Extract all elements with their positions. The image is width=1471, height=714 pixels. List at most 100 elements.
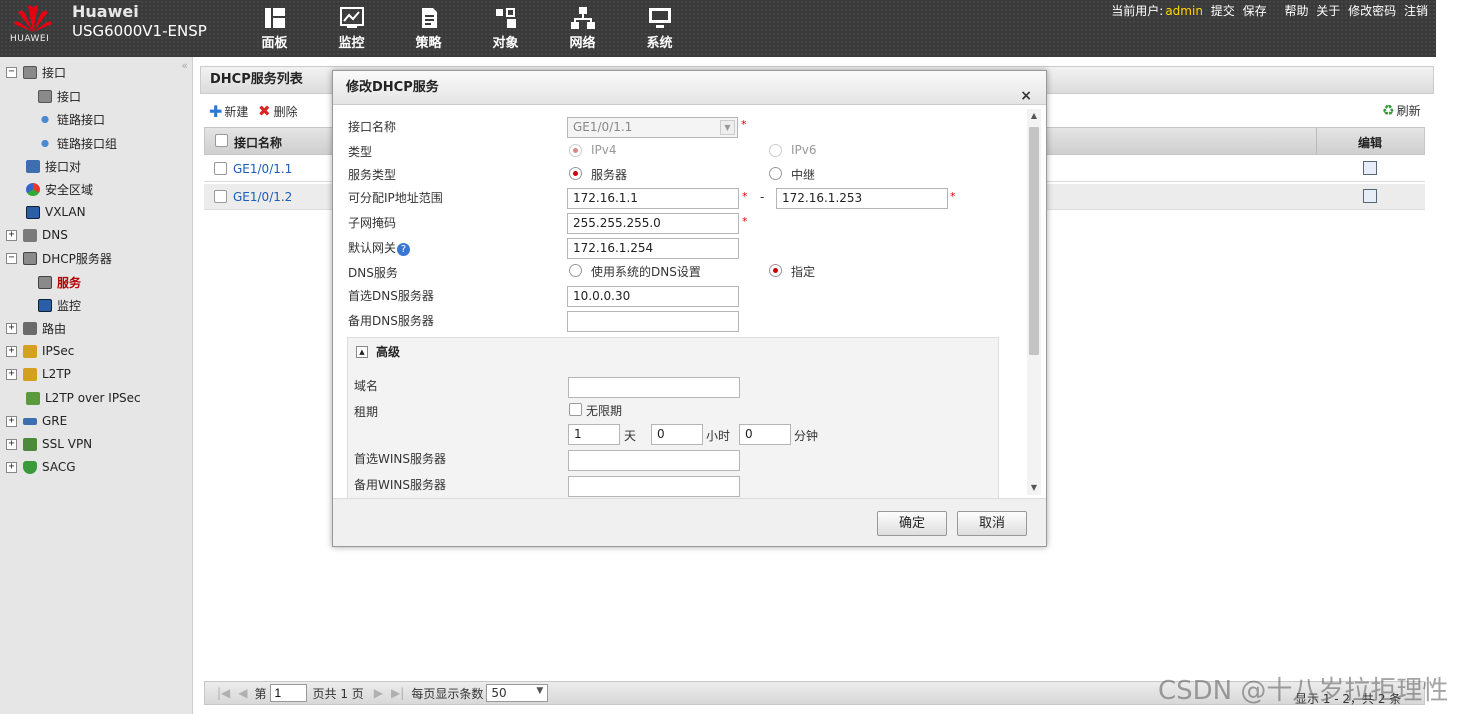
gateway-input[interactable]: 172.16.1.254 <box>567 238 739 259</box>
unlimited-checkbox[interactable] <box>569 403 582 416</box>
tree-item-l2tp-over-ipsec[interactable]: L2TP over IPSec <box>26 388 141 408</box>
dns-primary-input[interactable]: 10.0.0.30 <box>567 286 739 307</box>
per-page-select[interactable]: 50 ▼ <box>486 684 549 702</box>
expand-icon[interactable]: + <box>6 438 17 450</box>
expand-icon[interactable]: + <box>6 322 17 334</box>
interface-value: GE1/0/1.1 <box>573 120 633 134</box>
nav-object[interactable]: 对象 <box>467 6 544 51</box>
next-page-icon[interactable]: ▶ <box>374 686 383 700</box>
select-all-checkbox[interactable] <box>215 134 228 147</box>
submit-link[interactable]: 提交 <box>1211 4 1235 18</box>
tree-item-dns[interactable]: + DNS <box>6 225 68 245</box>
nav-dashboard[interactable]: 面板 <box>236 6 313 51</box>
lease-minute-input[interactable]: 0 <box>739 424 791 445</box>
required-mark: * <box>742 190 748 203</box>
dns-primary-label: 首选DNS服务器 <box>348 289 434 303</box>
wins-secondary-input[interactable] <box>568 476 740 497</box>
collapse-icon[interactable]: − <box>6 66 17 78</box>
dialog-scrollbar[interactable]: ▲ ▼ <box>1027 109 1041 495</box>
domain-input[interactable] <box>568 377 740 398</box>
logo-text: HUAWEI <box>10 34 50 44</box>
expand-icon[interactable]: + <box>6 461 17 473</box>
tree-item-interface-pair[interactable]: 接口对 <box>26 156 81 176</box>
l2tp-ipsec-icon <box>26 391 40 405</box>
current-user: admin <box>1165 4 1203 18</box>
edit-icon[interactable] <box>1363 189 1377 203</box>
lease-day-input[interactable]: 1 <box>568 424 620 445</box>
tree-item-dhcp-monitor[interactable]: 监控 <box>38 295 81 315</box>
system-dns-radio[interactable] <box>569 264 582 277</box>
nav-system[interactable]: 系统 <box>621 6 698 51</box>
cancel-button[interactable]: 取消 <box>957 511 1027 536</box>
tree-item-dhcp-service[interactable]: 服务 <box>38 272 81 292</box>
tree-item-vxlan[interactable]: VXLAN <box>26 202 86 222</box>
row-interface-link[interactable]: GE1/0/1.1 <box>233 162 292 176</box>
ip-end-input[interactable]: 172.16.1.253 <box>776 188 948 209</box>
refresh-label: 刷新 <box>1396 104 1421 118</box>
row-checkbox[interactable] <box>214 190 227 203</box>
tree-item-security-zone[interactable]: 安全区域 <box>26 179 93 199</box>
server-radio[interactable] <box>569 167 582 180</box>
ip-start-input[interactable]: 172.16.1.1 <box>567 188 739 209</box>
tree-item-link-interface[interactable]: 链路接口 <box>38 109 105 129</box>
tree-item-interface[interactable]: 接口 <box>38 86 81 106</box>
wins-primary-input[interactable] <box>568 450 740 471</box>
ok-button[interactable]: 确定 <box>877 511 947 536</box>
tree-item-ssl-vpn[interactable]: + SSL VPN <box>6 434 92 454</box>
new-button[interactable]: ✚ 新建 <box>209 102 248 121</box>
tree-item-interface-group[interactable]: − 接口 <box>6 62 66 82</box>
nav-network[interactable]: 网络 <box>544 6 621 51</box>
first-page-icon[interactable]: |◀ <box>217 686 230 700</box>
dns-secondary-input[interactable] <box>567 311 739 332</box>
tree-label: VXLAN <box>45 205 86 219</box>
logout-link[interactable]: 注销 <box>1404 4 1428 18</box>
collapse-sidebar-icon[interactable]: « <box>181 59 188 72</box>
about-link[interactable]: 关于 <box>1316 4 1340 18</box>
delete-button[interactable]: ✖ 删除 <box>258 102 298 120</box>
tree-item-sacg[interactable]: + SACG <box>6 457 76 477</box>
tree-item-route[interactable]: + 路由 <box>6 318 66 338</box>
required-mark: * <box>950 190 956 203</box>
scroll-up-icon[interactable]: ▲ <box>1027 109 1041 123</box>
l2tp-icon <box>23 367 37 381</box>
prev-page-icon[interactable]: ◀ <box>238 686 247 700</box>
refresh-button[interactable]: ♻ 刷新 <box>1382 102 1421 119</box>
scroll-thumb[interactable] <box>1029 127 1039 355</box>
save-link[interactable]: 保存 <box>1243 4 1267 18</box>
edit-icon[interactable] <box>1363 161 1377 175</box>
collapse-up-icon[interactable]: ▲ <box>356 346 368 358</box>
service-icon <box>38 275 52 289</box>
lease-hour-input[interactable]: 0 <box>651 424 703 445</box>
nav-label: 监控 <box>338 36 365 51</box>
page-number-input[interactable] <box>269 684 307 702</box>
help-icon[interactable]: ? <box>397 243 411 256</box>
tree-item-dhcp-server[interactable]: − DHCP服务器 <box>6 248 112 268</box>
per-page-label: 每页显示条数 <box>411 686 484 701</box>
change-password-link[interactable]: 修改密码 <box>1348 4 1396 18</box>
current-user-label: 当前用户: <box>1111 4 1164 18</box>
nav-policy[interactable]: 策略 <box>390 6 467 51</box>
subnet-input[interactable]: 255.255.255.0 <box>567 213 739 234</box>
monitor-icon <box>38 298 52 312</box>
expand-icon[interactable]: + <box>6 415 17 427</box>
tree-item-ipsec[interactable]: + IPSec <box>6 341 74 361</box>
collapse-icon[interactable]: − <box>6 252 17 264</box>
scroll-down-icon[interactable]: ▼ <box>1027 481 1041 495</box>
row-interface-link[interactable]: GE1/0/1.2 <box>233 190 292 204</box>
help-link[interactable]: 帮助 <box>1284 4 1308 18</box>
dns-service-label: DNS服务 <box>348 266 398 280</box>
expand-icon[interactable]: + <box>6 345 17 357</box>
chevron-down-icon: ▼ <box>720 120 735 135</box>
server-label: 服务器 <box>591 168 628 182</box>
relay-radio[interactable] <box>769 167 782 180</box>
nav-monitor[interactable]: 监控 <box>313 6 390 51</box>
tree-item-gre[interactable]: + GRE <box>6 411 67 431</box>
expand-icon[interactable]: + <box>6 229 17 241</box>
tree-label: 安全区域 <box>45 182 94 197</box>
row-checkbox[interactable] <box>214 162 227 175</box>
last-page-icon[interactable]: ▶| <box>391 686 404 700</box>
expand-icon[interactable]: + <box>6 368 17 380</box>
tree-item-link-interface-group[interactable]: 链路接口组 <box>38 133 117 153</box>
specify-dns-radio[interactable] <box>769 264 782 277</box>
tree-item-l2tp[interactable]: + L2TP <box>6 364 71 384</box>
